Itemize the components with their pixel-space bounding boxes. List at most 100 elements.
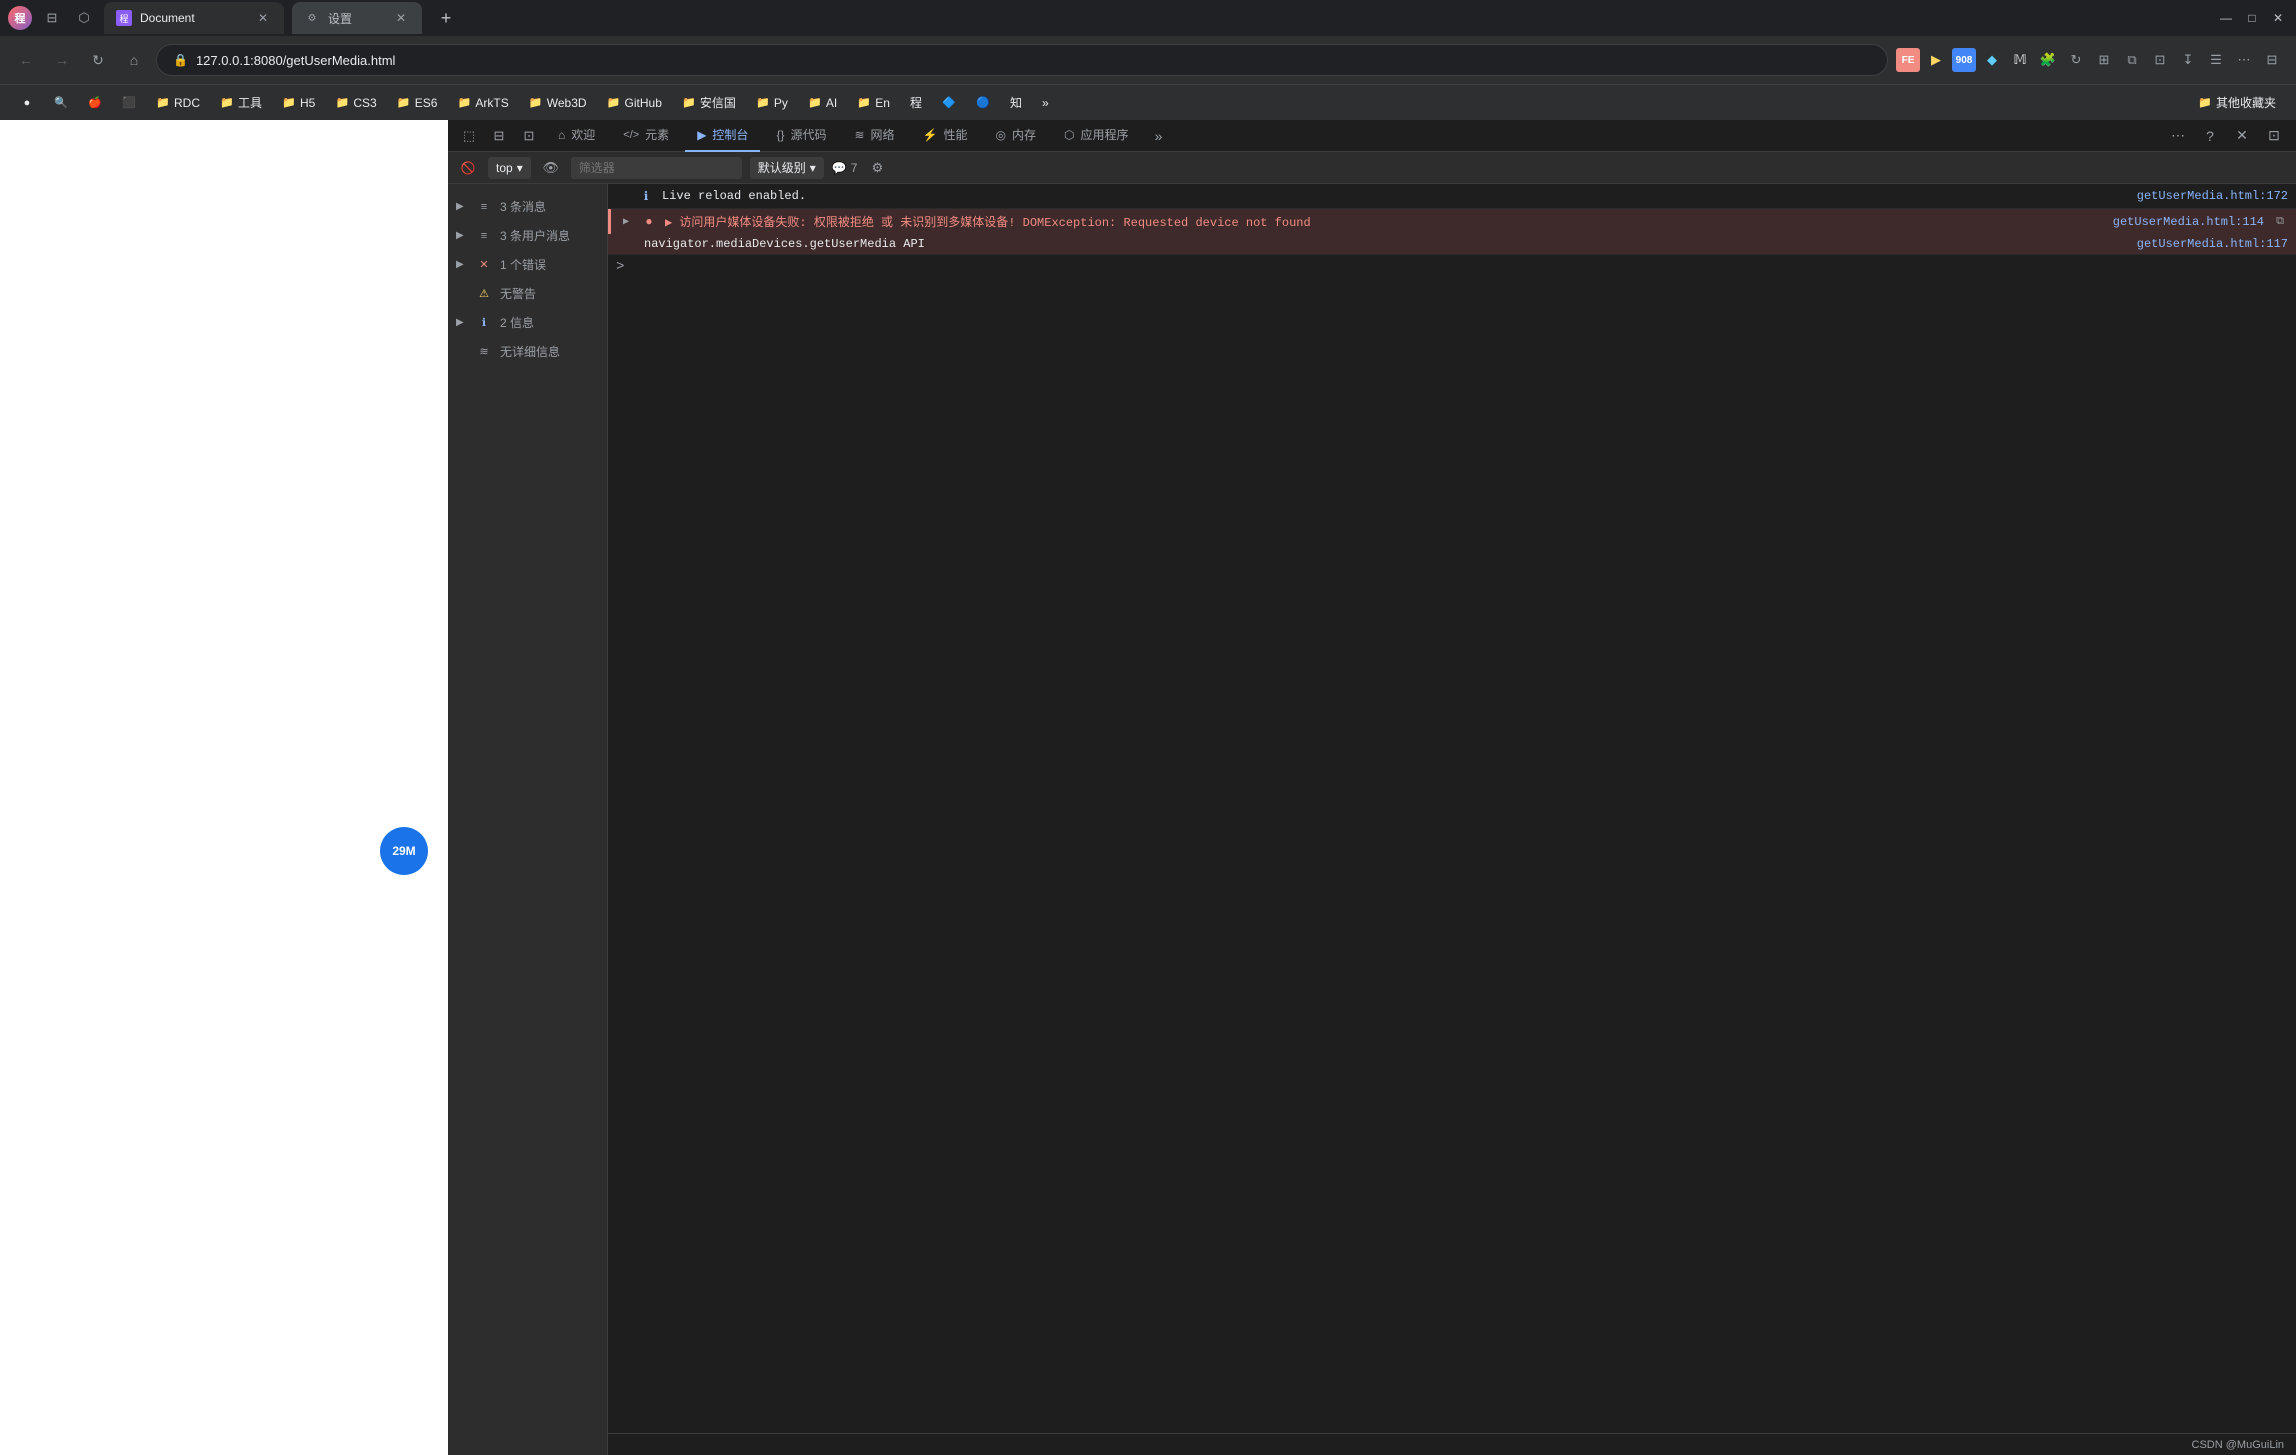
tab-settings-close[interactable]: ✕	[392, 9, 410, 27]
ext-908-icon[interactable]: 908	[1952, 48, 1976, 72]
bookmark-icon2[interactable]: 🔍	[46, 92, 76, 114]
page-badge-text: 29M	[392, 844, 415, 858]
bookmark-icon3[interactable]: 🍎	[80, 92, 110, 114]
dt-tab-welcome[interactable]: ⌂ 欢迎	[546, 120, 607, 152]
bookmark-en[interactable]: 📁 En	[849, 92, 898, 114]
bookmark-web3d[interactable]: 📁 Web3D	[521, 92, 595, 114]
ext-extra1-icon[interactable]: ⊞	[2092, 48, 2116, 72]
bookmark-icon4[interactable]: ⬛	[114, 92, 144, 114]
msg2-location[interactable]: getUserMedia.html:114	[2113, 215, 2264, 229]
msg2-copy-btn[interactable]: ⧉	[2272, 214, 2288, 230]
msg2-sub-location[interactable]: getUserMedia.html:117	[2137, 237, 2288, 251]
console-output-area: ℹ Live reload enabled. getUserMedia.html…	[608, 184, 2296, 1455]
profile-avatar[interactable]: 程	[8, 6, 32, 30]
bookmark-cheng[interactable]: 程	[902, 90, 930, 115]
bookmark-tools[interactable]: 📁 工具	[212, 90, 270, 115]
bookmark-py[interactable]: 📁 Py	[748, 92, 796, 114]
bookmark-icon1[interactable]: ●	[12, 92, 42, 114]
console-filter-input[interactable]	[571, 157, 742, 179]
dt-tab-sources[interactable]: {} 源代码	[764, 120, 838, 152]
msg-row-2[interactable]: ▶ ● ▶ 访问用户媒体设备失败: 权限被拒绝 或 未识别到多媒体设备! DOM…	[608, 209, 2296, 234]
ext-extra6-icon[interactable]: ⋯	[2232, 48, 2256, 72]
dt-close-btn[interactable]: ✕	[2228, 122, 2256, 150]
sidebar-item-errors[interactable]: ▶ ✕ 1 个错误	[448, 250, 607, 279]
msg2-expand[interactable]: ▶	[619, 215, 633, 229]
bookmark-es6[interactable]: 📁 ES6	[389, 92, 446, 114]
sidebar-item-verbose[interactable]: ≋ 无详细信息	[448, 337, 607, 366]
bookmark-other[interactable]: 📁 其他收藏夹	[2190, 90, 2284, 115]
devtools-dock-btn[interactable]: ⊡	[516, 123, 542, 149]
msg1-location[interactable]: getUserMedia.html:172	[2137, 189, 2288, 203]
bookmark-rdc[interactable]: 📁 RDC	[148, 92, 208, 114]
ext-bars-icon[interactable]: 𝕄	[2008, 48, 2032, 72]
bookmark-anxin[interactable]: 📁 安信国	[674, 90, 744, 115]
sidebar-toggle-icon[interactable]: ⊟	[2260, 48, 2284, 72]
dt-help-btn[interactable]: ?	[2196, 122, 2224, 150]
bookmark-extra2[interactable]: 🔵	[968, 92, 998, 114]
browser-viewport: 29M	[0, 120, 448, 1455]
dt-more-tabs-btn[interactable]: »	[1145, 122, 1173, 150]
close-btn[interactable]: ✕	[2268, 8, 2288, 28]
refresh-btn[interactable]: ↻	[84, 46, 112, 74]
dt-tab-performance[interactable]: ⚡ 性能	[911, 120, 980, 152]
sidebar-item-info[interactable]: ▶ ℹ 2 信息	[448, 308, 607, 337]
ext-extra3-icon[interactable]: ⊡	[2148, 48, 2172, 72]
tab-document-title: Document	[140, 11, 246, 25]
live-expression-btn[interactable]: 👁	[539, 156, 563, 180]
ext-play-icon[interactable]: ▶	[1924, 48, 1948, 72]
sidebar-item-user-messages[interactable]: ▶ ≡ 3 条用户消息	[448, 221, 607, 250]
bookmark-extra1[interactable]: 🔷	[934, 92, 964, 114]
sidebar-item-warnings[interactable]: ⚠ 无警告	[448, 279, 607, 308]
dt-tab-elements[interactable]: </> 元素	[611, 120, 681, 152]
bookmark-github[interactable]: 📁 GitHub	[599, 92, 670, 114]
log-level-dropdown[interactable]: 默认级别 ▾	[750, 157, 824, 179]
tab-document[interactable]: 程 Document ✕	[104, 2, 284, 34]
context-dropdown[interactable]: top ▾	[488, 157, 531, 179]
console-clear-btn[interactable]: 🚫	[456, 156, 480, 180]
bookmark-ai[interactable]: 📁 AI	[800, 92, 845, 114]
dt-dock-btn[interactable]: ⊡	[2260, 122, 2288, 150]
msg-row-1[interactable]: ℹ Live reload enabled. getUserMedia.html…	[608, 184, 2296, 208]
tab-document-close[interactable]: ✕	[254, 9, 272, 27]
new-tab-btn[interactable]: +	[430, 2, 462, 34]
dt-tab-network-icon: ≋	[854, 128, 864, 142]
minimize-btn[interactable]: —	[2216, 8, 2236, 28]
msg1-expand	[616, 189, 630, 203]
console-settings-btn[interactable]: ⚙	[865, 156, 889, 180]
dt-tab-network[interactable]: ≋ 网络	[842, 120, 906, 152]
forward-btn[interactable]: →	[48, 46, 76, 74]
tab-overview-btn[interactable]: ⊟	[40, 6, 64, 30]
sidebar-item-messages[interactable]: ▶ ≡ 3 条消息	[448, 192, 607, 221]
user-messages-expand-arrow: ▶	[456, 230, 468, 241]
inspect-element-btn[interactable]: ⬚	[456, 123, 482, 149]
bookmark-h5[interactable]: 📁 H5	[274, 92, 323, 114]
new-window-btn[interactable]: ⬡	[72, 6, 96, 30]
bookmark-zhi[interactable]: 知	[1002, 90, 1030, 115]
msg2-sub-row[interactable]: navigator.mediaDevices.getUserMedia API …	[608, 234, 2296, 254]
back-btn[interactable]: ←	[12, 46, 40, 74]
device-toggle-btn[interactable]: ⊟	[486, 123, 512, 149]
console-prompt-row[interactable]: >	[608, 255, 2296, 279]
ext-refresh-icon[interactable]: ↻	[2064, 48, 2088, 72]
ext-diamond-icon[interactable]: ◆	[1980, 48, 2004, 72]
ext-translate-icon[interactable]: FE	[1896, 48, 1920, 72]
address-input-container[interactable]: 🔒 127.0.0.1:8080/getUserMedia.html	[156, 44, 1888, 76]
dt-tab-application[interactable]: ⬡ 应用程序	[1052, 120, 1141, 152]
bookmark-cs3[interactable]: 📁 CS3	[327, 92, 384, 114]
maximize-btn[interactable]: □	[2242, 8, 2262, 28]
ext-extra2-icon[interactable]: ⧉	[2120, 48, 2144, 72]
tab-settings[interactable]: ⚙ 设置 ✕	[292, 2, 422, 34]
bm-en-icon: 📁	[857, 96, 871, 110]
status-bar: CSDN @MuGuiLin	[608, 1433, 2296, 1455]
dt-tab-memory[interactable]: ◎ 内存	[984, 120, 1049, 152]
console-output[interactable]: ℹ Live reload enabled. getUserMedia.html…	[608, 184, 2296, 1433]
dt-settings-btn[interactable]: ⋯	[2164, 122, 2192, 150]
msg2-text: ▶ 访问用户媒体设备失败: 权限被拒绝 或 未识别到多媒体设备! DOMExce…	[665, 213, 2105, 230]
dt-tab-console[interactable]: ▶ 控制台	[685, 120, 760, 152]
ext-extra4-icon[interactable]: ↧	[2176, 48, 2200, 72]
ext-puzzle-icon[interactable]: 🧩	[2036, 48, 2060, 72]
home-btn[interactable]: ⌂	[120, 46, 148, 74]
ext-extra5-icon[interactable]: ☰	[2204, 48, 2228, 72]
bookmark-more[interactable]: »	[1034, 92, 1057, 114]
bookmark-arkts[interactable]: 📁 ArkTS	[449, 92, 516, 114]
